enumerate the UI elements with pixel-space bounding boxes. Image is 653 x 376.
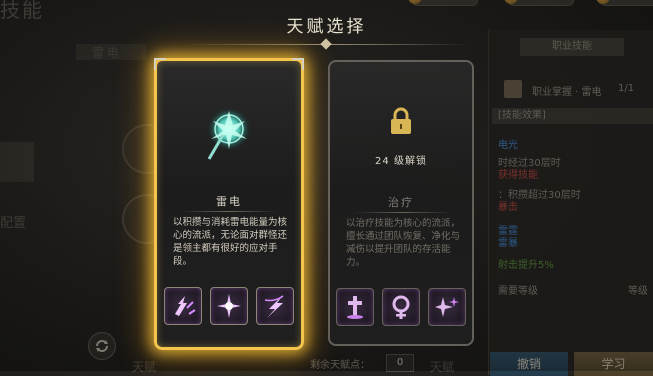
holy-cross-icon [347,296,363,319]
skill-slot[interactable] [382,288,420,326]
lock-icon [391,107,411,134]
chain-lightning-icon [175,296,196,316]
thunder-burst-icon [217,294,241,318]
card-corner-ornament [292,58,304,70]
talent-description: 以积攒与消耗雷电能量为核心的流派，无论面对群怪还是领主都有很好的应对手段。 [173,217,288,267]
skill-slot[interactable] [210,287,248,325]
talent-card-thunder[interactable]: 雷电 以积攒与消耗雷电能量为核心的流派，无论面对群怪还是领主都有很好的应对手段。 [154,58,304,350]
skill-slot[interactable] [336,288,374,326]
lightning-staff-icon [207,107,251,160]
name-divider [352,212,452,213]
healing-totem-icon [392,295,410,319]
talent-description: 以治疗技能为核心的流派，擅长通过团队恢复、净化与减伤以提升团队的存活能力。 [346,218,461,268]
sparkle-heal-icon [435,297,459,317]
talent-card-heal[interactable]: 24 级解锁 治疗 以治疗技能为核心的流派，擅长通过团队恢复、净化与减伤以提升团… [328,60,474,346]
lock-emblem [330,106,472,140]
lightning-slash-icon [264,295,284,318]
talent-skill-row [330,288,472,326]
talent-name: 雷电 [216,195,242,208]
skill-slot[interactable] [256,287,294,325]
skill-slot[interactable] [428,288,466,326]
dialog-title: 天赋选择 [286,17,367,37]
talent-name: 治疗 [388,196,414,209]
skill-slot[interactable] [164,287,202,325]
name-divider [179,211,279,212]
title-divider-left [185,44,325,45]
talent-skill-row [157,287,301,325]
card-corner-ornament [154,58,166,70]
unlock-level-text: 24 级解锁 [375,156,427,167]
modal-overlay [0,0,653,371]
title-divider-right [330,44,470,45]
